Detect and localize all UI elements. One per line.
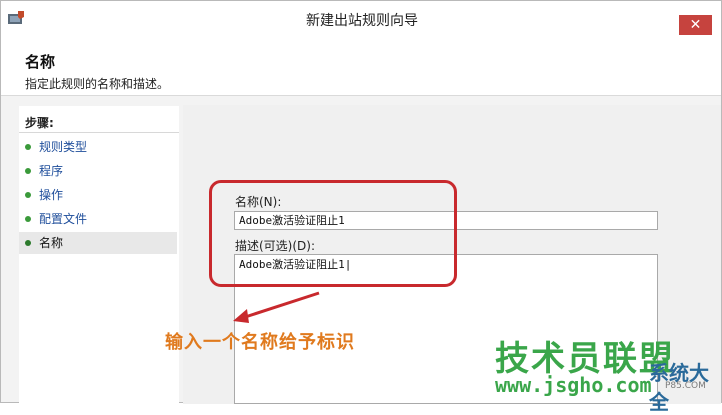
steps-panel: 步骤: 规则类型 程序 操作 配置文件 名称 (19, 106, 179, 404)
step-bullet-icon (25, 144, 31, 150)
step-name[interactable]: 名称 (19, 232, 177, 254)
step-rule-type[interactable]: 规则类型 (19, 136, 177, 158)
title-bar: 新建出站规则向导 ✕ (1, 1, 721, 37)
wizard-window: 新建出站规则向导 ✕ 名称 指定此规则的名称和描述。 步骤: 规则类型 程序 操… (0, 0, 722, 414)
watermark-small-text: P85.COM (665, 381, 706, 391)
step-bullet-icon (25, 240, 31, 246)
step-profile[interactable]: 配置文件 (19, 208, 177, 230)
page-title: 名称 (25, 53, 56, 71)
annotation-text: 输入一个名称给予标识 (165, 332, 355, 353)
step-bullet-icon (25, 216, 31, 222)
steps-heading: 步骤: (25, 116, 54, 130)
wizard-header: 名称 指定此规则的名称和描述。 (1, 37, 721, 96)
window-title: 新建出站规则向导 (306, 13, 418, 29)
step-program[interactable]: 程序 (19, 160, 177, 182)
annotation-highlight-box (209, 180, 457, 287)
step-label: 配置文件 (39, 212, 88, 226)
page-subtitle: 指定此规则的名称和描述。 (25, 77, 170, 91)
step-bullet-icon (25, 168, 31, 174)
step-label: 程序 (39, 164, 64, 178)
step-bullet-icon (25, 192, 31, 198)
step-label: 操作 (39, 188, 64, 202)
close-button[interactable]: ✕ (679, 15, 712, 35)
watermark-url: www.jsgho.com (495, 373, 652, 397)
step-label: 名称 (39, 236, 64, 250)
step-action[interactable]: 操作 (19, 184, 177, 206)
steps-divider (19, 132, 179, 133)
step-label: 规则类型 (39, 140, 88, 154)
